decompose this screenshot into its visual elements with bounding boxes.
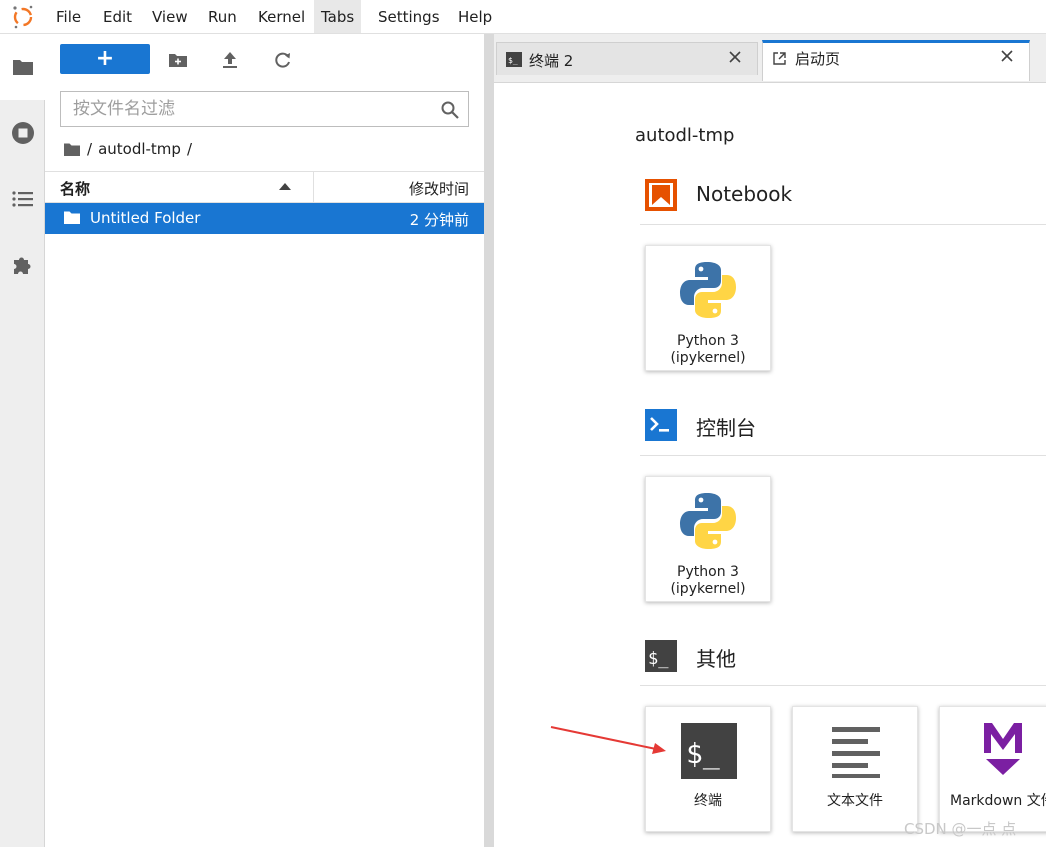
upload-icon — [223, 52, 237, 68]
folder-icon — [13, 60, 33, 75]
svg-text:$_: $_ — [508, 56, 518, 65]
column-header-modified[interactable]: 修改时间 — [409, 178, 469, 199]
running-sessions-tab[interactable] — [0, 100, 45, 166]
console-python3-card[interactable]: Python 3 (ipykernel) — [645, 476, 771, 602]
breadcrumb-folder[interactable]: autodl-tmp — [98, 140, 181, 158]
menu-edit[interactable]: Edit — [96, 0, 139, 33]
new-folder-icon — [169, 54, 187, 67]
file-browser-panel: + / autodl-tmp / 名称 — [45, 34, 484, 847]
close-icon[interactable] — [999, 48, 1015, 64]
upload-button[interactable] — [218, 48, 242, 72]
column-divider[interactable] — [313, 172, 314, 202]
menu-run[interactable]: Run — [201, 0, 244, 33]
panel-splitter[interactable] — [484, 34, 494, 847]
python-logo-icon — [680, 493, 736, 549]
list-icon — [11, 191, 33, 207]
markdown-file-card[interactable]: Markdown 文件 — [939, 706, 1046, 832]
annotation-arrow-icon — [550, 726, 666, 754]
watermark: CSDN @一点 点 — [904, 820, 1017, 838]
card-label: 文本文件 — [827, 793, 883, 809]
markdown-icon — [984, 723, 1022, 775]
section-title: Notebook — [696, 182, 793, 206]
sort-ascending-icon — [279, 183, 291, 190]
stop-circle-icon — [11, 122, 34, 144]
search-icon — [441, 101, 459, 119]
menu-settings[interactable]: Settings — [371, 0, 447, 33]
svg-text:$_: $_ — [648, 649, 669, 669]
new-folder-button[interactable] — [166, 48, 190, 72]
column-header-name[interactable]: 名称 — [60, 178, 90, 199]
card-label: Markdown 文件 — [950, 793, 1046, 809]
other-terminal-icon: $_ — [645, 640, 677, 672]
terminal-icon: $_ — [506, 52, 522, 67]
python-logo-icon — [680, 262, 736, 318]
main-tab-bar: $_ 终端 2 启动页 — [494, 34, 1046, 83]
breadcrumb: / autodl-tmp / — [63, 138, 198, 160]
section-title: 其他 — [696, 647, 736, 671]
plus-icon: + — [95, 46, 115, 71]
svg-text:$_: $_ — [686, 737, 720, 771]
filter-box — [60, 91, 469, 127]
launcher-icon — [773, 52, 786, 65]
menu-file[interactable]: File — [49, 0, 88, 33]
card-label: 终端 — [694, 793, 722, 809]
launcher-cwd: autodl-tmp — [635, 125, 735, 146]
menu-kernel[interactable]: Kernel — [251, 0, 312, 33]
breadcrumb-separator: / — [87, 140, 93, 158]
tab-label: 终端 2 — [529, 52, 574, 70]
card-label: Python 3 — [677, 333, 739, 349]
console-icon — [645, 409, 677, 441]
close-icon[interactable] — [727, 49, 743, 65]
menu-tabs[interactable]: Tabs — [314, 0, 362, 33]
menu-bar: File Edit View Run Kernel Tabs Settings … — [0, 0, 1046, 34]
card-sublabel: (ipykernel) — [670, 581, 746, 597]
filter-input[interactable] — [61, 92, 455, 126]
file-list-header: 名称 修改时间 — [45, 171, 484, 203]
section-divider — [640, 224, 1046, 225]
new-launcher-button[interactable]: + — [60, 44, 150, 74]
tab-launcher[interactable]: 启动页 — [762, 40, 1030, 81]
menu-view[interactable]: View — [145, 0, 195, 33]
notebook-python3-card[interactable]: Python 3 (ipykernel) — [645, 245, 771, 371]
file-modified: 2 分钟前 — [409, 211, 469, 229]
refresh-icon — [275, 52, 290, 68]
text-file-icon — [832, 727, 880, 778]
extension-manager-tab[interactable] — [0, 232, 45, 298]
home-folder-icon[interactable] — [63, 142, 81, 157]
section-divider — [640, 455, 1046, 456]
file-browser-tab[interactable] — [0, 34, 46, 100]
terminal-icon: $_ — [681, 723, 737, 779]
breadcrumb-separator: / — [186, 140, 192, 158]
table-of-contents-tab[interactable] — [0, 166, 45, 232]
tab-terminal-2[interactable]: $_ 终端 2 — [496, 42, 758, 75]
jupyter-logo-icon — [8, 2, 38, 32]
file-name: Untitled Folder — [90, 209, 201, 227]
card-label: Python 3 — [677, 564, 739, 580]
tab-label: 启动页 — [795, 50, 841, 68]
activity-rail — [0, 34, 46, 847]
notebook-icon — [645, 179, 677, 211]
section-divider — [640, 685, 1046, 686]
puzzle-icon — [13, 257, 30, 274]
folder-icon — [64, 211, 80, 224]
menu-help[interactable]: Help — [451, 0, 499, 33]
refresh-button[interactable] — [271, 48, 295, 72]
card-sublabel: (ipykernel) — [670, 350, 746, 366]
section-title: 控制台 — [696, 416, 756, 440]
file-row[interactable]: Untitled Folder 2 分钟前 — [45, 203, 484, 234]
text-file-card[interactable]: 文本文件 — [792, 706, 918, 832]
